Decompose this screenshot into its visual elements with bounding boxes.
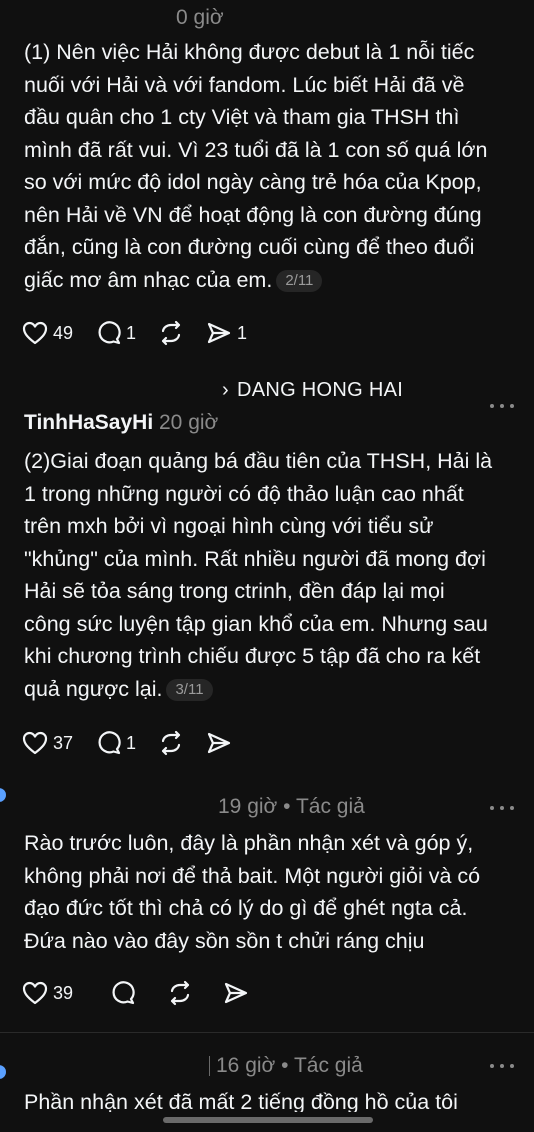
scroll-indicator[interactable] — [163, 1117, 373, 1123]
avatar-edge — [0, 788, 6, 802]
comment-icon — [98, 731, 121, 755]
post-time-author: 16 giờ • Tác giả — [216, 1054, 363, 1077]
more-icon[interactable] — [490, 403, 514, 409]
send-button[interactable] — [206, 731, 232, 755]
thread-link[interactable]: › DANG HONG HAI — [222, 379, 403, 402]
heart-icon — [22, 731, 48, 755]
send-button[interactable]: 1 — [206, 321, 247, 345]
like-button[interactable]: 37 — [22, 731, 73, 755]
thread-label: DANG HONG HAI — [236, 379, 404, 401]
reply-button[interactable]: 1 — [95, 730, 136, 756]
post-text-content: (2)Giai đoạn quảng bá đầu tiên của THSH,… — [24, 449, 493, 701]
like-button[interactable]: 39 — [22, 981, 73, 1005]
action-bar: 37 1 — [22, 726, 254, 760]
like-button[interactable]: 49 — [22, 321, 73, 345]
repost-button[interactable] — [158, 320, 184, 346]
repost-icon — [161, 320, 181, 346]
post-time: 20 giờ — [159, 411, 219, 434]
repost-icon — [161, 730, 181, 756]
author-name[interactable]: TinhHaSayHi — [24, 411, 153, 434]
reply-button[interactable]: 1 — [95, 320, 136, 346]
repost-button[interactable] — [167, 980, 193, 1006]
page-badge: 3/11 — [166, 678, 213, 701]
like-count: 39 — [53, 982, 74, 1003]
more-icon[interactable] — [490, 805, 514, 811]
send-icon — [207, 732, 231, 754]
repost-icon — [170, 980, 190, 1006]
comment-icon — [98, 321, 121, 345]
action-bar: 39 — [22, 976, 271, 1010]
post-time: 0 giờ — [176, 6, 224, 29]
heart-icon — [22, 321, 48, 345]
action-bar: 49 1 1 — [22, 316, 269, 350]
page-badge: 2/11 — [276, 269, 323, 292]
heart-icon — [22, 981, 48, 1005]
post-text: (2)Giai đoạn quảng bá đầu tiên của THSH,… — [24, 445, 514, 705]
divider — [0, 1032, 534, 1033]
reply-count: 1 — [126, 322, 137, 343]
post-time-author: 19 giờ • Tác giả — [218, 795, 365, 818]
reply-button[interactable] — [109, 980, 135, 1006]
send-icon — [207, 322, 231, 344]
avatar-edge — [0, 1065, 6, 1079]
comment-icon — [112, 981, 135, 1005]
like-count: 49 — [53, 322, 74, 343]
post-text-content: (1) Nên việc Hải không được debut là 1 n… — [24, 40, 488, 292]
chevron-right-icon: › — [222, 379, 229, 401]
send-button[interactable] — [223, 981, 249, 1005]
post-text: Phần nhận xét đã mất 2 tiếng đồng hồ của… — [24, 1090, 458, 1112]
post-meta: TinhHaSayHi 20 giờ — [24, 411, 218, 435]
like-count: 37 — [53, 732, 74, 753]
post-text: Rào trước luôn, đây là phần nhận xét và … — [24, 831, 481, 953]
repost-button[interactable] — [158, 730, 184, 756]
reply-count: 1 — [126, 732, 137, 753]
more-icon[interactable] — [490, 1063, 514, 1069]
thread-line — [209, 1056, 210, 1076]
send-icon — [224, 982, 248, 1004]
share-count: 1 — [237, 322, 248, 343]
post-text: (1) Nên việc Hải không được debut là 1 n… — [24, 36, 514, 296]
